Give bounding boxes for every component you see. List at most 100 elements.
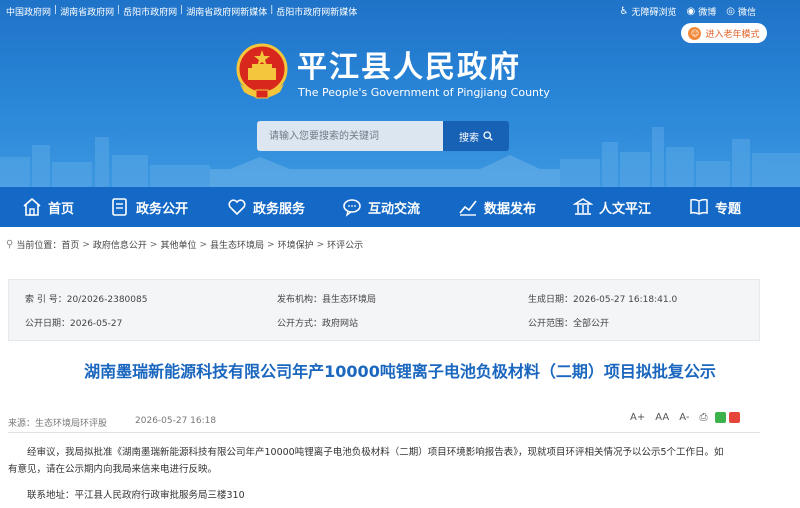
site-subtitle: The People's Government of Pingjiang Cou… bbox=[298, 86, 550, 99]
header-banner: 中国政府网 | 湖南省政府网 | 岳阳市政府网 | 湖南省政府网新媒体 | 岳阳… bbox=[0, 0, 800, 187]
article-tools: A+ AA A- ⎙ bbox=[630, 412, 741, 423]
wechat-share-icon[interactable] bbox=[715, 412, 727, 423]
top-link-gov-cn[interactable]: 中国政府网 bbox=[6, 5, 51, 18]
top-link-yueyang[interactable]: 岳阳市政府网 bbox=[123, 5, 177, 18]
meta-method-label: 公开方式： bbox=[277, 319, 323, 329]
meta-public-date-label: 公开日期： bbox=[25, 319, 71, 329]
search-input[interactable] bbox=[257, 121, 443, 151]
nav-label-data-release: 数据发布 bbox=[484, 201, 537, 217]
wheelchair-icon: ♿ bbox=[619, 6, 629, 17]
nav-label-topics: 专题 bbox=[715, 201, 742, 217]
article-address: 联系地址：平江县人民政府行政审批服务局三楼310 bbox=[27, 490, 245, 501]
article-paragraph-1: 经审议，我局拟批准《湖南墨瑞新能源科技有限公司年产10000吨锂离子电池负极材料… bbox=[8, 444, 766, 478]
book-icon bbox=[690, 198, 708, 215]
document-icon bbox=[112, 198, 127, 216]
article-divider bbox=[8, 432, 760, 433]
nav-item-gov-affairs[interactable]: 政务公开 bbox=[110, 187, 188, 227]
meta-created-value: 2026-05-27 16:18:41.0 bbox=[573, 295, 678, 305]
top-right-tools: ♿ 无障碍浏览 ◉ 微博 ◎ 微信 bbox=[620, 5, 756, 18]
breadcrumb-info-disclosure[interactable]: 政府信息公开 bbox=[93, 238, 147, 251]
breadcrumb-other-units[interactable]: 其他单位 bbox=[160, 238, 196, 251]
meta-method: 公开方式：政府网站 bbox=[277, 316, 358, 329]
top-link-separator: | bbox=[54, 5, 58, 15]
nav-item-culture[interactable]: 人文平江 bbox=[573, 187, 651, 227]
breadcrumb-home[interactable]: 首页 bbox=[61, 238, 79, 251]
share-buttons bbox=[715, 412, 741, 423]
article-source: 来源：生态环境局环评股 bbox=[8, 419, 108, 429]
top-link-separator: | bbox=[180, 5, 184, 15]
accessibility-label: 无障碍浏览 bbox=[631, 8, 677, 18]
main-nav: 首页 政务公开 政务服务 互动交流 数据发布 人文平江 专题 bbox=[0, 187, 800, 227]
font-decrease-button[interactable]: A- bbox=[679, 412, 689, 423]
nav-label-interaction: 互动交流 bbox=[368, 201, 421, 217]
breadcrumb-separator: > bbox=[199, 239, 208, 250]
weibo-link[interactable]: ◉ 微博 bbox=[687, 5, 717, 18]
search-button-label: 搜索 bbox=[459, 132, 479, 144]
breadcrumb: ⚲ 当前位置： 首页 > 政府信息公开 > 其他单位 > 县生态环境局 > 环境… bbox=[6, 238, 363, 251]
top-links-bar: 中国政府网 | 湖南省政府网 | 岳阳市政府网 | 湖南省政府网新媒体 | 岳阳… bbox=[6, 5, 357, 18]
font-increase-button[interactable]: A+ bbox=[630, 412, 645, 423]
accessibility-link[interactable]: ♿ 无障碍浏览 bbox=[620, 5, 677, 18]
breadcrumb-prefix: 当前位置： bbox=[16, 241, 62, 251]
meta-index-value: 20/2026-2380085 bbox=[66, 295, 148, 305]
meta-org: 发布机构：县生态环境局 bbox=[277, 292, 376, 305]
top-link-separator: | bbox=[117, 5, 121, 15]
top-link-separator: | bbox=[270, 5, 274, 15]
chart-icon bbox=[459, 200, 477, 216]
article-paragraph-1-line-1: 经审议，我局拟批准《湖南墨瑞新能源科技有限公司年产10000吨锂离子电池负极材料… bbox=[27, 447, 724, 458]
weibo-share-icon[interactable] bbox=[729, 412, 741, 423]
meta-public-date: 公开日期：2026-05-27 bbox=[25, 316, 122, 329]
article-title: 湖南墨瑞新能源科技有限公司年产10000吨锂离子电池负极材料（二期）项目拟批复公… bbox=[84, 362, 716, 381]
nav-label-culture: 人文平江 bbox=[599, 201, 652, 217]
wechat-icon: ◎ bbox=[726, 6, 735, 17]
nav-item-home[interactable]: 首页 bbox=[22, 187, 74, 227]
nav-item-data-release[interactable]: 数据发布 bbox=[458, 187, 536, 227]
article-source-row: 来源：生态环境局环评股 2026-05-27 16:18 bbox=[8, 416, 216, 429]
wechat-label: 微信 bbox=[737, 8, 756, 18]
wechat-link[interactable]: ◎ 微信 bbox=[726, 5, 756, 18]
location-pin-icon: ⚲ bbox=[6, 239, 14, 250]
nav-label-gov-services: 政务服务 bbox=[253, 201, 306, 217]
article-datetime: 2026-05-27 16:18 bbox=[135, 416, 217, 426]
nav-item-interaction[interactable]: 互动交流 bbox=[342, 187, 420, 227]
breadcrumb-separator: > bbox=[267, 239, 275, 250]
search-button[interactable]: 搜索 bbox=[443, 121, 509, 151]
meta-method-value: 政府网站 bbox=[322, 319, 359, 329]
meta-scope-label: 公开范围： bbox=[528, 319, 574, 329]
elder-person-icon: ☺ bbox=[688, 26, 702, 40]
nav-label-gov-affairs: 政务公开 bbox=[136, 201, 189, 217]
nav-item-topics[interactable]: 专题 bbox=[689, 187, 741, 227]
font-default-button[interactable]: AA bbox=[655, 412, 669, 423]
top-link-hunan-newmedia[interactable]: 湖南省政府网新媒体 bbox=[186, 5, 267, 18]
breadcrumb-eco-bureau[interactable]: 县生态环境局 bbox=[210, 238, 264, 251]
weibo-icon: ◉ bbox=[686, 6, 696, 17]
meta-index: 索 引 号：20/2026-2380085 bbox=[25, 292, 147, 305]
heart-hand-icon bbox=[228, 199, 246, 216]
chat-bubble-icon bbox=[343, 199, 361, 217]
elder-mode-label: 进入老年模式 bbox=[705, 29, 760, 40]
breadcrumb-eia-notice[interactable]: 环评公示 bbox=[327, 238, 363, 251]
article-paragraph-1-line-2: 有意见，请在公示期内向我局来信来电进行反映。 bbox=[8, 464, 218, 475]
meta-public-date-value: 2026-05-27 bbox=[70, 319, 123, 329]
meta-org-label: 发布机构： bbox=[277, 295, 323, 305]
building-icon bbox=[573, 198, 593, 215]
breadcrumb-separator: > bbox=[316, 239, 325, 250]
search-icon bbox=[483, 131, 493, 141]
meta-created-label: 生成日期： bbox=[528, 295, 574, 305]
document-metadata: 索 引 号：20/2026-2380085 发布机构：县生态环境局 生成日期：2… bbox=[8, 279, 760, 341]
meta-org-value: 县生态环境局 bbox=[322, 295, 377, 305]
breadcrumb-env-protection[interactable]: 环境保护 bbox=[278, 238, 314, 251]
meta-created: 生成日期：2026-05-27 16:18:41.0 bbox=[528, 292, 677, 305]
top-link-hunan[interactable]: 湖南省政府网 bbox=[60, 5, 114, 18]
nav-item-gov-services[interactable]: 政务服务 bbox=[227, 187, 305, 227]
nav-label-home: 首页 bbox=[48, 201, 75, 217]
meta-scope: 公开范围：全部公开 bbox=[528, 316, 609, 329]
weibo-label: 微博 bbox=[698, 8, 717, 18]
print-icon[interactable]: ⎙ bbox=[699, 412, 707, 423]
national-emblem-icon bbox=[236, 43, 288, 99]
meta-scope-value: 全部公开 bbox=[573, 319, 610, 329]
meta-index-label: 索 引 号： bbox=[25, 295, 67, 305]
top-link-yueyang-newmedia[interactable]: 岳阳市政府网新媒体 bbox=[276, 5, 357, 18]
breadcrumb-separator: > bbox=[82, 239, 90, 250]
elder-mode-button[interactable]: ☺ 进入老年模式 bbox=[681, 23, 767, 43]
